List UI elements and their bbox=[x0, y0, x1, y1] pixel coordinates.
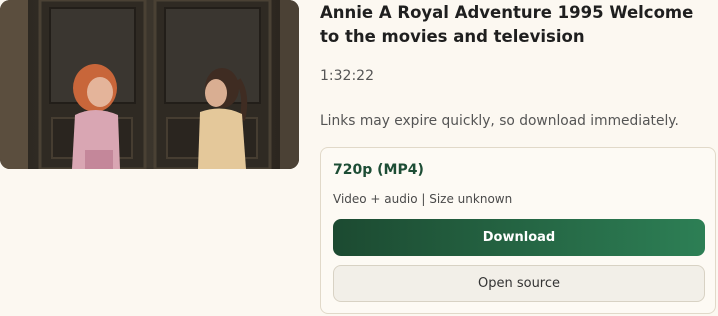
open-source-button[interactable]: Open source bbox=[333, 265, 705, 302]
download-option-card: 720p (MP4) Video + audio | Size unknown … bbox=[320, 147, 716, 314]
video-thumbnail bbox=[0, 0, 299, 169]
format-label: 720p (MP4) bbox=[333, 162, 424, 178]
download-button[interactable]: Download bbox=[333, 219, 705, 256]
video-result-page: Annie A Royal Adventure 1995 Welcome to … bbox=[0, 0, 718, 316]
thumbnail-image bbox=[0, 0, 299, 169]
expiry-notice: Links may expire quickly, so download im… bbox=[320, 113, 679, 129]
format-meta: Video + audio | Size unknown bbox=[333, 192, 513, 206]
video-duration: 1:32:22 bbox=[320, 68, 374, 84]
video-title: Annie A Royal Adventure 1995 Welcome to … bbox=[320, 3, 694, 46]
